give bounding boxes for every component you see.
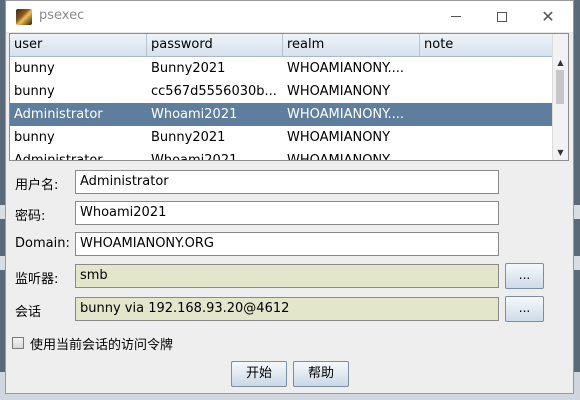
minimize-button[interactable] — [433, 1, 479, 32]
choose-session-button[interactable]: ... — [505, 296, 544, 322]
use-session-token-option[interactable]: 使用当前会话的访问令牌 — [12, 334, 174, 353]
close-icon: ✕ — [541, 6, 555, 26]
table-row[interactable]: bunny cc567d5556030b... WHOAMIANONY — [10, 80, 554, 103]
cell-realm: WHOAMIANONY.... — [287, 61, 404, 76]
cell-user: Administrator — [14, 153, 103, 161]
cell-password: Bunny2021 — [151, 130, 226, 145]
table-header: user password realm note — [10, 34, 554, 57]
cell-note — [420, 57, 554, 80]
table-scrollbar[interactable]: ▲ ▼ — [552, 34, 568, 160]
table-row-selected[interactable]: Administrator Whoami2021 WHOAMIANONY.... — [10, 103, 554, 126]
session-row: 会话 bunny via 192.168.93.20@4612 ... — [6, 296, 573, 322]
session-label: 会话 — [15, 305, 42, 320]
scrollbar-thumb[interactable] — [556, 70, 564, 104]
table-body: bunny Bunny2021 WHOAMIANONY.... bunny cc… — [10, 57, 554, 161]
app-icon — [16, 9, 32, 25]
scroll-up-icon[interactable]: ▲ — [553, 56, 568, 70]
cell-password: cc567d5556030b... — [151, 84, 277, 99]
listener-field: smb — [75, 264, 499, 288]
psexec-dialog: psexec ✕ user password realm note bunny … — [5, 0, 574, 394]
cell-password: Whoami2021 — [151, 153, 238, 161]
maximize-icon — [497, 11, 507, 22]
table-row[interactable]: Administrator Whoami2021 WHOAMIANONY — [10, 149, 554, 161]
title-bar: psexec ✕ — [6, 1, 573, 33]
domain-field[interactable]: WHOAMIANONY.ORG — [75, 232, 499, 256]
minimize-icon — [451, 16, 461, 17]
table-row[interactable]: bunny Bunny2021 WHOAMIANONY — [10, 126, 554, 149]
start-button[interactable]: 开始 — [231, 361, 287, 387]
username-field[interactable]: Administrator — [75, 170, 499, 194]
domain-label: Domain: — [15, 236, 70, 251]
session-field: bunny via 192.168.93.20@4612 — [75, 297, 499, 321]
cell-note — [420, 103, 554, 126]
use-session-token-checkbox[interactable] — [12, 337, 24, 349]
choose-listener-button[interactable]: ... — [505, 263, 544, 289]
table-row[interactable]: bunny Bunny2021 WHOAMIANONY.... — [10, 57, 554, 80]
maximize-button[interactable] — [479, 1, 525, 32]
column-header-password[interactable]: password — [147, 34, 283, 56]
column-header-note[interactable]: note — [420, 34, 554, 56]
close-button[interactable]: ✕ — [525, 1, 571, 32]
cell-realm: WHOAMIANONY.... — [287, 107, 404, 122]
password-row: 密码: Whoami2021 — [6, 201, 573, 225]
column-header-realm[interactable]: realm — [283, 34, 420, 56]
column-header-user[interactable]: user — [10, 34, 147, 56]
cell-user: bunny — [14, 61, 55, 76]
cell-note — [420, 80, 554, 103]
scroll-down-icon[interactable]: ▼ — [553, 146, 568, 160]
cell-password: Bunny2021 — [151, 61, 226, 76]
cell-realm: WHOAMIANONY — [287, 84, 391, 99]
username-label: 用户名: — [15, 178, 59, 193]
cell-note — [420, 149, 554, 160]
cell-user: bunny — [14, 84, 55, 99]
window-title: psexec — [39, 8, 85, 23]
credentials-table: user password realm note bunny Bunny2021… — [9, 33, 569, 161]
domain-row: Domain: WHOAMIANONY.ORG — [6, 232, 573, 256]
cell-password: Whoami2021 — [151, 107, 238, 122]
password-label: 密码: — [15, 209, 46, 224]
cell-note — [420, 126, 554, 149]
listener-label: 监听器: — [15, 272, 59, 287]
cell-realm: WHOAMIANONY — [287, 130, 391, 145]
listener-row: 监听器: smb ... — [6, 263, 573, 289]
cell-user: bunny — [14, 130, 55, 145]
help-button[interactable]: 帮助 — [293, 361, 349, 387]
cell-realm: WHOAMIANONY — [287, 153, 391, 161]
use-session-token-label: 使用当前会话的访问令牌 — [30, 337, 174, 353]
username-row: 用户名: Administrator — [6, 170, 573, 194]
cell-user: Administrator — [14, 107, 103, 122]
password-field[interactable]: Whoami2021 — [75, 201, 499, 225]
